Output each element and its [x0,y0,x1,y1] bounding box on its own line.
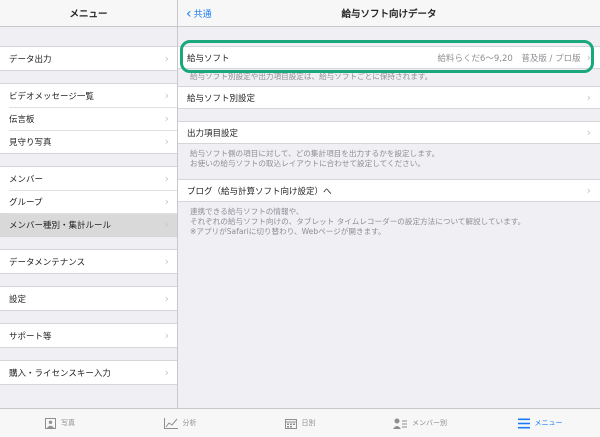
sidebar-item-video-messages[interactable]: ビデオメッセージ一覧 › [0,84,177,107]
output-items-row[interactable]: 出力項目設定 › [178,121,600,144]
photo-icon [45,417,56,429]
chevron-right-icon: › [164,218,169,231]
sidebar-item-label: 伝言板 [9,114,35,125]
tab-photos[interactable]: 写真 [0,409,120,437]
output-items-note-1: 給与ソフト側の項目に対して、どの集計項目を出力するかを設定します。 [190,149,440,158]
tab-label: 写真 [61,419,75,427]
sidebar-group: ビデオメッセージ一覧 › 伝言板 › 見守り写真 › [0,83,177,154]
chevron-right-icon: › [164,195,169,208]
sidebar-item-label: 購入・ライセンスキー入力 [9,368,111,379]
per-software-settings-row[interactable]: 給与ソフト別設定 › [178,86,600,109]
highlight-frame [180,40,594,73]
member-icon [393,418,407,429]
tab-label: 日別 [301,419,316,427]
back-button[interactable]: ‹ 共通 [186,0,212,27]
sidebar-item-label: 見守り写真 [9,137,52,148]
sidebar-item-data-maintenance[interactable]: データメンテナンス › [0,250,177,273]
tab-label: メンバー別 [412,419,447,427]
sidebar-item-label: グループ [9,197,43,208]
blog-note-2: それぞれの給与ソフト向けの、タブレット タイムレコーダーの設定方法について解説し… [190,217,526,226]
chevron-right-icon: › [164,112,169,125]
output-items-label: 出力項目設定 [187,128,239,139]
sidebar-item-message-board[interactable]: 伝言板 › [0,107,177,130]
calendar-icon [284,418,297,429]
sidebar-item-purchase-license[interactable]: 購入・ライセンスキー入力 › [0,361,177,384]
salary-software-note: 給与ソフト別設定や出力項目設定は、給与ソフトごとに保持されます。 [190,72,433,81]
sidebar: メニュー データ出力 › ビデオメッセージ一覧 › 伝言板 › 見守り写真 › … [0,0,178,408]
sidebar-group: データメンテナンス › [0,249,177,274]
sidebar-item-label: ビデオメッセージ一覧 [9,91,94,102]
chevron-right-icon: › [164,292,169,305]
chevron-right-icon: › [164,255,169,268]
sidebar-item-data-output[interactable]: データ出力 › [0,47,177,70]
sidebar-group: サポート等 › [0,323,177,348]
sidebar-item-label: データメンテナンス [9,257,86,268]
sidebar-item-settings[interactable]: 設定 › [0,287,177,310]
sidebar-item-label: 設定 [9,294,27,305]
sidebar-item-groups[interactable]: グループ › [0,190,177,213]
blog-link-row[interactable]: ブログ（給与計算ソフト向け設定）へ › [178,179,600,202]
sidebar-item-label: データ出力 [9,54,52,65]
menu-icon [517,418,530,429]
sidebar-item-label: サポート等 [9,331,52,342]
tab-members[interactable]: メンバー別 [360,409,480,437]
detail-header: ‹ 共通 給与ソフト向けデータ [178,0,600,27]
chevron-right-icon: › [164,135,169,148]
chevron-right-icon: › [164,172,169,185]
chevron-right-icon: › [586,91,591,104]
chevron-right-icon: › [586,184,591,197]
chevron-right-icon: › [164,52,169,65]
sidebar-group: メンバー › グループ › メンバー種別・集計ルール › [0,166,177,237]
tab-menu[interactable]: メニュー [480,409,600,437]
back-button-label: 共通 [193,10,212,20]
chevron-right-icon: › [164,89,169,102]
chevron-right-icon: › [164,366,169,379]
sidebar-item-label: メンバー種別・集計ルール [9,220,112,231]
blog-note-1: 連携できる給与ソフトの情報や、 [190,207,304,216]
sidebar-item-members[interactable]: メンバー › [0,167,177,190]
detail-pane: ‹ 共通 給与ソフト向けデータ 給与ソフト 給料らくだ6〜9,20 普及版 / … [178,0,600,408]
sidebar-item-member-types[interactable]: メンバー種別・集計ルール › [0,213,177,236]
chevron-left-icon: ‹ [186,5,192,22]
page-title: 給与ソフト向けデータ [341,9,437,20]
tab-analysis[interactable]: 分析 [120,409,240,437]
tab-label: 分析 [182,419,197,427]
sidebar-group: 設定 › [0,286,177,311]
blog-link-label: ブログ（給与計算ソフト向け設定）へ [187,186,332,197]
blog-note-3: ※アプリがSafariに切り替わり、Webページが開きます。 [190,227,386,236]
sidebar-item-watch-photos[interactable]: 見守り写真 › [0,130,177,153]
per-software-settings-label: 給与ソフト別設定 [187,93,256,104]
sidebar-item-support[interactable]: サポート等 › [0,324,177,347]
chevron-right-icon: › [164,329,169,342]
chart-icon [163,417,178,429]
sidebar-group: 購入・ライセンスキー入力 › [0,360,177,385]
sidebar-group: データ出力 › [0,46,177,71]
tab-daily[interactable]: 日別 [240,409,360,437]
tab-label: メニュー [534,419,563,427]
sidebar-title: メニュー [0,0,177,27]
sidebar-item-label: メンバー [9,174,44,185]
tab-bar: 写真 分析 日別 メンバー別 メニュー [0,408,600,437]
output-items-note-2: お使いの給与ソフトの取込レイアウトに合わせて設定してください。 [190,159,425,168]
chevron-right-icon: › [586,126,591,139]
